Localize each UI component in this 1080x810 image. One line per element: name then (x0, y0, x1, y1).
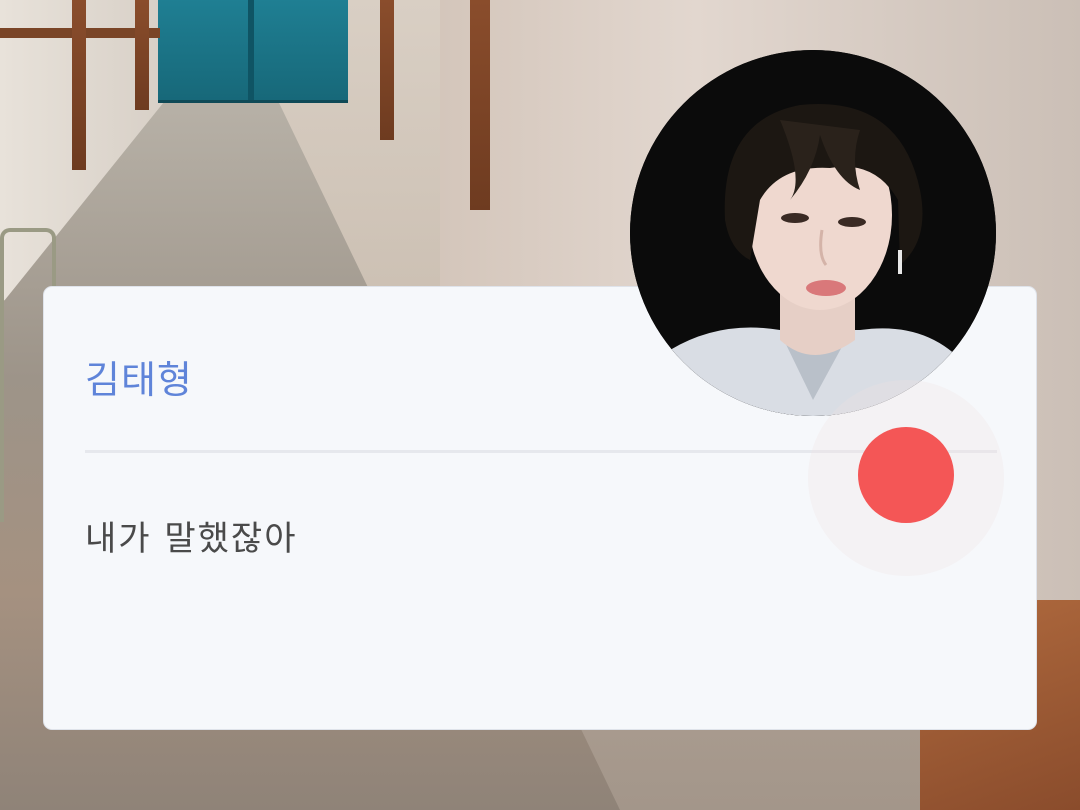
dialogue-text: 내가 말했잖아 (85, 519, 298, 559)
character-portrait-avatar (630, 50, 996, 416)
wall-pillar (470, 0, 490, 210)
red-dot-icon[interactable] (858, 427, 954, 523)
hallway-door (158, 0, 348, 103)
wall-pillar (135, 0, 149, 110)
portrait-image (630, 50, 996, 416)
wall-pillar (72, 0, 86, 170)
wall-pillar (380, 0, 394, 140)
speaker-name: 김태형 (85, 358, 193, 402)
